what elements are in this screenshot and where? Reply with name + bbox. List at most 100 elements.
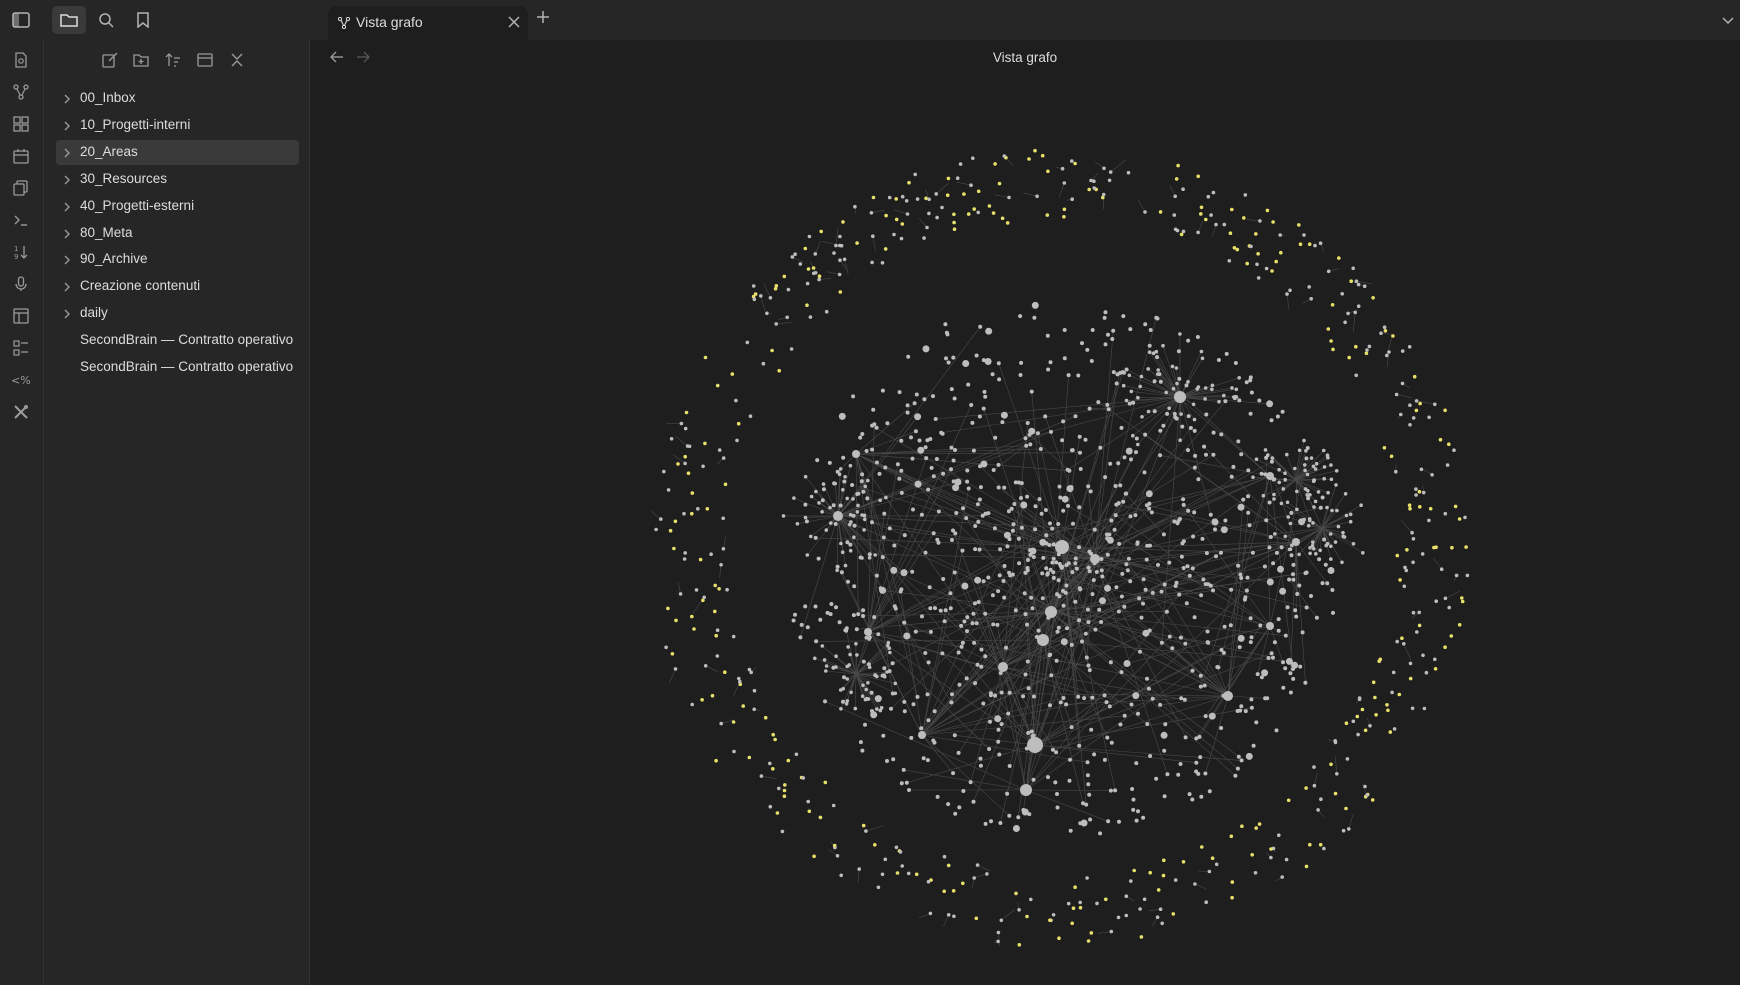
orphan-node[interactable]	[1027, 157, 1031, 161]
graph-node[interactable]	[1334, 483, 1338, 487]
graph-node[interactable]	[978, 763, 983, 768]
graph-node[interactable]	[1145, 722, 1150, 726]
graph-node[interactable]	[1138, 649, 1142, 654]
graph-node[interactable]	[990, 372, 995, 377]
graph-node[interactable]	[1382, 325, 1387, 330]
graph-node[interactable]	[952, 570, 957, 575]
graph-node[interactable]	[911, 507, 915, 512]
orphan-node[interactable]	[714, 633, 718, 638]
bookmark-icon[interactable]	[126, 6, 160, 34]
orphan-node[interactable]	[812, 854, 816, 859]
graph-node[interactable]	[1421, 490, 1426, 495]
graph-node[interactable]	[1128, 514, 1133, 519]
graph-node[interactable]	[1281, 685, 1286, 690]
graph-node[interactable]	[1149, 510, 1154, 515]
orphan-node[interactable]	[1156, 888, 1161, 892]
graph-node[interactable]	[1192, 417, 1197, 422]
orphan-node[interactable]	[1045, 213, 1050, 217]
graph-node[interactable]	[915, 694, 920, 699]
orphan-node[interactable]	[1240, 824, 1244, 828]
graph-node[interactable]	[1210, 383, 1215, 388]
graph-node[interactable]	[1275, 414, 1280, 419]
orphan-node[interactable]	[730, 372, 735, 376]
graph-node[interactable]	[1065, 626, 1069, 631]
graph-node[interactable]	[1035, 431, 1040, 436]
graph-node[interactable]	[902, 533, 907, 538]
graph-node[interactable]	[1099, 597, 1106, 605]
graph-node[interactable]	[1235, 709, 1240, 713]
graph-node[interactable]	[1407, 345, 1412, 349]
graph-node[interactable]	[946, 913, 951, 917]
graph-node[interactable]	[1066, 503, 1070, 508]
graph-node[interactable]	[928, 606, 933, 611]
graph-node[interactable]	[996, 727, 1001, 732]
graph-node[interactable]	[1187, 573, 1192, 578]
graph-node[interactable]	[979, 664, 984, 669]
graph-node[interactable]	[1051, 575, 1056, 580]
graph-node[interactable]	[1105, 735, 1110, 740]
orphan-node[interactable]	[855, 241, 859, 245]
graph-node[interactable]	[1400, 381, 1405, 386]
graph-node[interactable]	[1178, 635, 1183, 640]
graph-node[interactable]	[1179, 554, 1184, 559]
graph-node[interactable]	[1235, 766, 1240, 771]
orphan-node[interactable]	[1286, 798, 1291, 803]
graph-node[interactable]	[1256, 276, 1261, 280]
graph-node[interactable]	[1158, 428, 1163, 433]
graph-node[interactable]	[1186, 448, 1190, 453]
graph-node[interactable]	[925, 758, 930, 763]
graph-node[interactable]	[1021, 808, 1026, 813]
graph-node[interactable]	[1326, 490, 1330, 495]
orphan-node[interactable]	[1298, 242, 1303, 246]
graph-node[interactable]	[890, 661, 895, 666]
graph-node[interactable]	[1051, 609, 1056, 614]
orphan-node[interactable]	[741, 704, 745, 708]
graph-node[interactable]	[931, 531, 936, 536]
graph-node[interactable]	[932, 709, 937, 714]
graph-node[interactable]	[1044, 566, 1049, 571]
orphan-node[interactable]	[1395, 553, 1400, 558]
graph-node[interactable]	[1050, 747, 1055, 752]
graph-node[interactable]	[871, 234, 875, 238]
orphan-node[interactable]	[841, 220, 845, 224]
graph-node[interactable]	[1060, 638, 1068, 646]
graph-node[interactable]	[806, 799, 810, 804]
graph-node[interactable]	[902, 699, 907, 704]
graph-node[interactable]	[1271, 561, 1276, 566]
graph-node[interactable]	[1192, 465, 1197, 470]
graph-node[interactable]	[737, 676, 741, 681]
graph-node[interactable]	[1277, 833, 1281, 837]
graph-node[interactable]	[1329, 477, 1334, 482]
graph-node[interactable]	[1030, 606, 1035, 611]
graph-node[interactable]	[1410, 530, 1414, 535]
graph-node[interactable]	[855, 510, 860, 514]
graph-node[interactable]	[1266, 578, 1274, 586]
orphan-node[interactable]	[1412, 374, 1417, 379]
graph-node[interactable]	[1293, 608, 1298, 613]
graph-node[interactable]	[965, 615, 970, 620]
orphan-node[interactable]	[1360, 707, 1365, 712]
graph-node[interactable]	[1147, 343, 1152, 348]
orphan-node[interactable]	[775, 811, 780, 815]
orphan-node[interactable]	[1089, 931, 1094, 935]
graph-node[interactable]	[949, 445, 954, 450]
graph-node[interactable]	[1312, 765, 1316, 769]
graph-node[interactable]	[1058, 700, 1063, 705]
graph-node[interactable]	[1050, 526, 1055, 531]
graph-node[interactable]	[854, 627, 859, 632]
graph-node[interactable]	[1314, 461, 1319, 466]
orphan-node[interactable]	[946, 176, 951, 181]
orphan-node[interactable]	[1364, 351, 1369, 356]
graph-node[interactable]	[1283, 534, 1288, 539]
graph-node[interactable]	[856, 503, 860, 508]
graph-node[interactable]	[1439, 567, 1444, 571]
graph-node[interactable]	[1061, 495, 1069, 503]
graph-node[interactable]	[1121, 383, 1126, 388]
graph-node[interactable]	[1248, 411, 1253, 416]
graph-node[interactable]	[976, 210, 980, 215]
graph-node[interactable]	[1297, 552, 1301, 557]
graph-node[interactable]	[1106, 332, 1110, 337]
graph-node[interactable]	[1025, 659, 1030, 664]
graph-node[interactable]	[946, 360, 951, 365]
graph-node[interactable]	[1150, 590, 1155, 595]
